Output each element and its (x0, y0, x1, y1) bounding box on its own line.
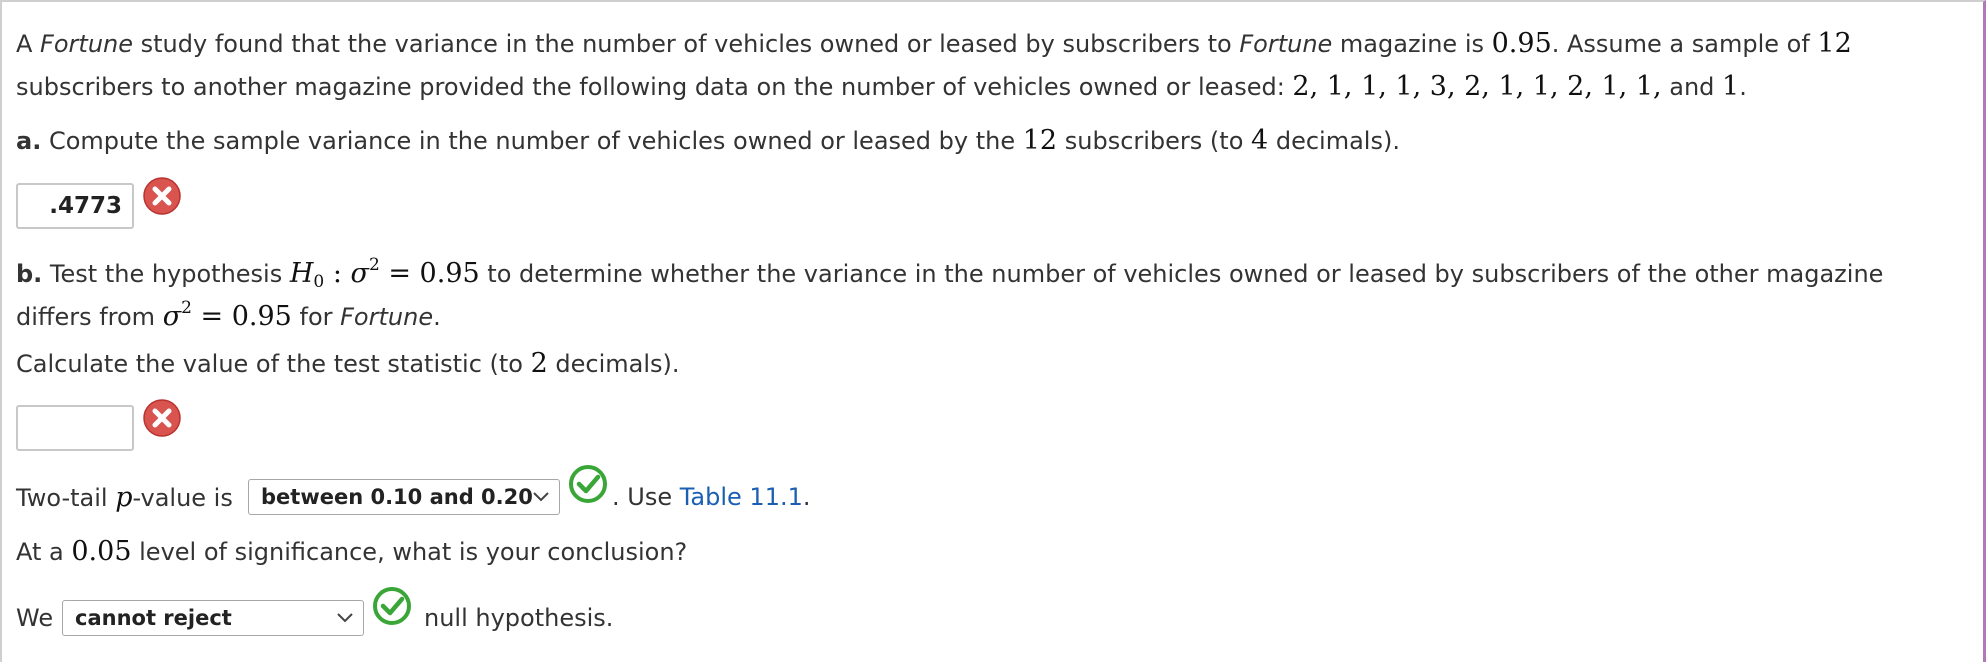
decimals-count: 4 (1251, 125, 1269, 156)
table-reference: . Use Table 11.1. (612, 476, 811, 519)
h-symbol: H (289, 258, 314, 289)
part-b-label: b. (16, 260, 43, 288)
sample-size: 12 (1022, 125, 1058, 156)
null-hypothesis-expr: H0 : σ2 = 0.95 (289, 255, 480, 292)
square-exponent: 2 (181, 298, 192, 318)
question-text: . Use (612, 483, 680, 511)
question-text: Compute the sample variance in the numbe… (41, 127, 1023, 155)
question-text: At a (16, 538, 72, 566)
equals-value: = 0.95 (379, 258, 480, 289)
correct-check-icon (373, 587, 411, 625)
intro-text: and (1661, 73, 1723, 101)
intro-text: . (1739, 73, 1747, 101)
sigma-symbol: σ (162, 301, 182, 332)
intro-text: A (16, 30, 41, 58)
question-text: subscribers (to (1057, 127, 1252, 155)
question-text: decimals). (547, 350, 680, 378)
test-statistic-prompt: Calculate the value of the test statisti… (16, 342, 680, 386)
part-a-question: a. Compute the sample variance in the nu… (16, 119, 1400, 163)
data-last-value: 1 (1722, 71, 1740, 102)
colon: : (324, 258, 351, 289)
chevron-down-icon (533, 492, 549, 502)
fortune-name: Fortune (1239, 30, 1333, 58)
intro-text: subscribers to another magazine provided… (16, 73, 1293, 101)
intro-text: . Assume a sample of (1551, 30, 1818, 58)
p-symbol: p (115, 482, 133, 513)
conclusion-select[interactable]: cannot reject (62, 600, 364, 636)
significance-level: 0.05 (71, 536, 132, 567)
question-text: level of significance, what is your conc… (131, 538, 688, 566)
part-b-question-line-2: differs from σ2 = 0.95 for Fortune. (16, 287, 441, 339)
decimals-count: 2 (530, 348, 548, 379)
question-text: null hypothesis. (424, 604, 614, 632)
intro-text: study found that the variance in the num… (133, 30, 1240, 58)
square-exponent: 2 (368, 255, 380, 275)
incorrect-x-icon (143, 177, 181, 215)
question-text: . (433, 303, 441, 331)
intro-text: magazine is (1332, 30, 1492, 58)
fortune-name: Fortune (40, 30, 133, 58)
we-label: We (16, 597, 53, 640)
equals-value: = 0.95 (191, 301, 292, 332)
sample-variance-input[interactable]: .4773 (16, 183, 134, 229)
intro-line-1: A Fortune study found that the variance … (16, 22, 1852, 66)
question-text: differs from (16, 303, 163, 331)
correct-check-icon (569, 465, 607, 503)
question-text: -value is (132, 484, 233, 512)
question-text: . (802, 483, 811, 511)
sample-size: 12 (1817, 28, 1852, 59)
question-text: Test the hypothesis (42, 260, 290, 288)
question-text: decimals). (1268, 127, 1400, 155)
pvalue-label: Two-tail p-value is (16, 476, 233, 520)
pvalue-select[interactable]: between 0.10 and 0.20 (248, 479, 560, 515)
intro-line-2: subscribers to another magazine provided… (16, 65, 1747, 109)
conclusion-selected-value: cannot reject (75, 606, 232, 630)
null-hypothesis-text: null hypothesis. (424, 597, 613, 640)
variance-value: 0.95 (1491, 28, 1552, 59)
question-text: to determine whether the variance in the… (479, 260, 1884, 288)
pvalue-selected-value: between 0.10 and 0.20 (261, 485, 533, 509)
question-text: Two-tail (16, 484, 116, 512)
chevron-down-icon (337, 613, 353, 623)
part-a-label: a. (16, 127, 42, 155)
sigma-symbol: σ (350, 258, 369, 289)
incorrect-x-icon (143, 399, 181, 437)
data-values: 2, 1, 1, 1, 3, 2, 1, 1, 2, 1, 1, (1292, 71, 1662, 102)
table-11-1-link[interactable]: Table 11.1 (680, 483, 803, 511)
significance-question: At a 0.05 level of significance, what is… (16, 530, 687, 574)
sigma-expr: σ2 = 0.95 (162, 298, 292, 332)
test-statistic-input[interactable] (16, 405, 134, 451)
question-text: Calculate the value of the test statisti… (16, 350, 531, 378)
question-text: for (291, 303, 341, 331)
question-text: We (16, 604, 54, 632)
fortune-name: Fortune (340, 303, 434, 331)
